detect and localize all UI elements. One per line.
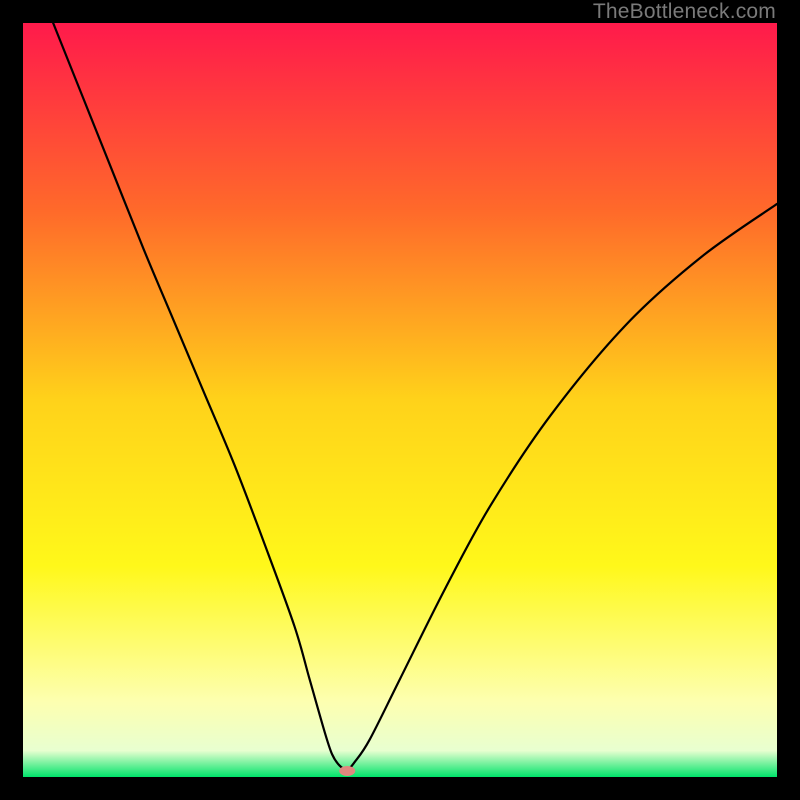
watermark-text: TheBottleneck.com: [593, 0, 776, 24]
minimum-marker: [339, 766, 355, 776]
chart-frame: [23, 23, 777, 777]
bottleneck-chart: [23, 23, 777, 777]
gradient-background: [23, 23, 777, 777]
